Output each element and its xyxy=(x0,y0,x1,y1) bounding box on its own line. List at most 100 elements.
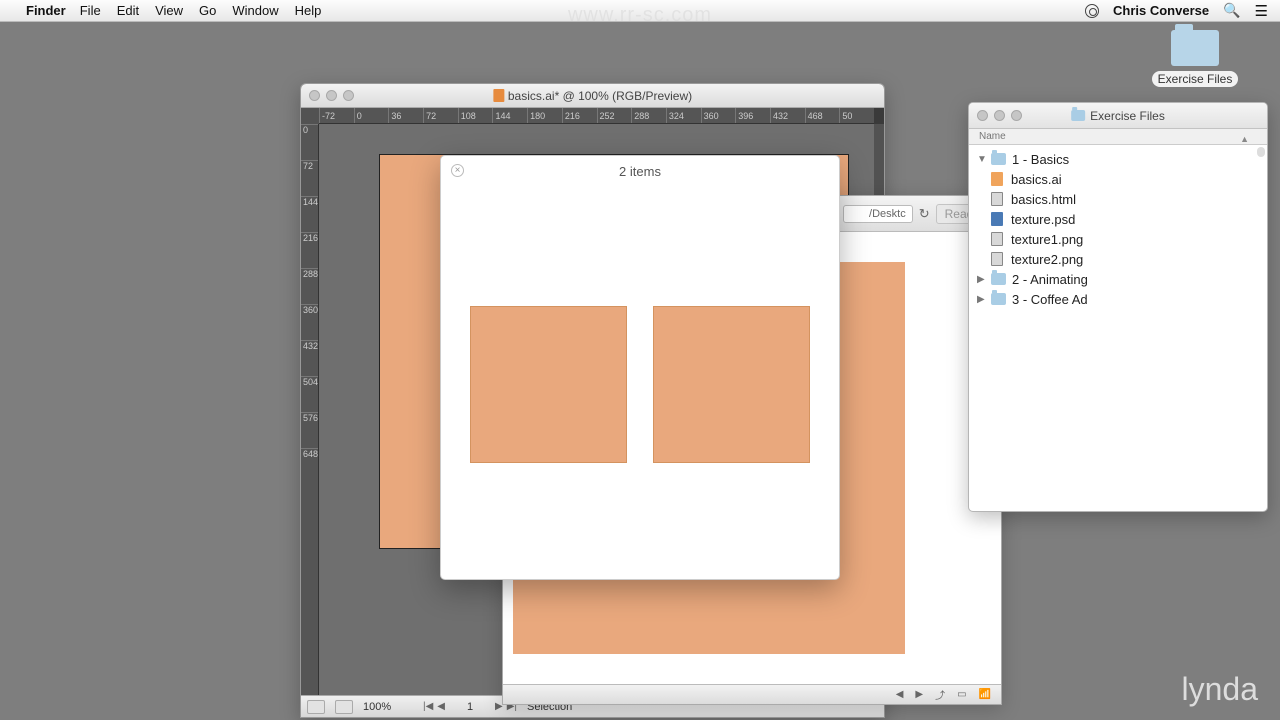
folder-icon xyxy=(1171,30,1219,66)
thumbnail-1[interactable] xyxy=(470,306,627,463)
menubar: Finder File Edit View Go Window Help Chr… xyxy=(0,0,1280,22)
ruler-tick: 360 xyxy=(701,108,736,123)
close-icon[interactable] xyxy=(309,90,320,101)
ruler-tick: 144 xyxy=(301,196,318,232)
window-controls xyxy=(977,110,1022,121)
menu-help[interactable]: Help xyxy=(295,3,322,18)
ruler-tick: 180 xyxy=(527,108,562,123)
finder-column-header[interactable]: Name ▲ xyxy=(969,129,1267,145)
scrollbar[interactable] xyxy=(1257,147,1265,157)
folder-row-animating[interactable]: ▶ 2 - Animating xyxy=(969,269,1267,289)
notifications-icon[interactable]: ☰ xyxy=(1255,2,1268,20)
ruler-tick: 468 xyxy=(805,108,840,123)
ruler-tick: 216 xyxy=(301,232,318,268)
finder-title-text: Exercise Files xyxy=(1090,109,1165,123)
ruler-tick: 144 xyxy=(492,108,527,123)
screen-mode-icon[interactable] xyxy=(335,700,353,714)
quicklook-body xyxy=(441,186,839,463)
png-file-icon xyxy=(991,232,1003,246)
minimize-icon[interactable] xyxy=(994,110,1005,121)
artboard-nav-icon[interactable] xyxy=(307,700,325,714)
menu-edit[interactable]: Edit xyxy=(117,3,139,18)
ruler-tick: 432 xyxy=(301,340,318,376)
prev-icon[interactable]: ◀ xyxy=(896,689,904,700)
ruler-tick: 504 xyxy=(301,376,318,412)
png-file-icon xyxy=(991,252,1003,266)
reload-icon[interactable]: ↻ xyxy=(919,206,930,222)
disclosure-triangle-icon[interactable]: ▶ xyxy=(977,294,987,305)
close-icon[interactable]: × xyxy=(451,164,464,177)
file-row-basics-html[interactable]: basics.html xyxy=(969,189,1267,209)
column-name: Name xyxy=(979,131,1006,142)
share-icon[interactable]: ⤴ xyxy=(935,687,945,702)
illustrator-titlebar[interactable]: basics.ai* @ 100% (RGB/Preview) xyxy=(301,84,884,108)
menu-go[interactable]: Go xyxy=(199,3,216,18)
minimize-icon[interactable] xyxy=(326,90,337,101)
html-file-icon xyxy=(991,192,1003,206)
creative-cloud-icon[interactable] xyxy=(1085,4,1099,18)
folder-row-basics[interactable]: ▼ 1 - Basics xyxy=(969,149,1267,169)
page-nav: |◀ ◀ xyxy=(423,701,445,712)
lynda-branding: lynda xyxy=(1182,671,1259,708)
thumbnail-2[interactable] xyxy=(653,306,810,463)
zoom-level[interactable]: 100% xyxy=(363,701,413,713)
folder-icon xyxy=(991,273,1006,285)
file-row-basics-ai[interactable]: basics.ai xyxy=(969,169,1267,189)
desktop-folder-exercise-files[interactable]: Exercise Files xyxy=(1150,30,1240,88)
folder-icon xyxy=(1071,110,1085,121)
quicklook-header: × 2 items xyxy=(441,156,839,186)
sort-arrow-icon[interactable]: ▲ xyxy=(1240,131,1249,147)
illustrator-title: basics.ai* @ 100% (RGB/Preview) xyxy=(508,89,692,103)
next-icon[interactable]: ▶ xyxy=(915,689,923,700)
folder-row-coffee-ad[interactable]: ▶ 3 - Coffee Ad xyxy=(969,289,1267,309)
file-row-texture1-png[interactable]: texture1.png xyxy=(969,229,1267,249)
desktop-folder-label: Exercise Files xyxy=(1152,71,1239,87)
ruler-tick: 108 xyxy=(458,108,493,123)
address-bar[interactable]: /Desktc xyxy=(843,205,913,223)
prev-page-icon[interactable]: ◀ xyxy=(437,701,445,712)
item-label: texture2.png xyxy=(1011,252,1083,267)
ruler-tick: 216 xyxy=(562,108,597,123)
ruler-tick: 72 xyxy=(423,108,458,123)
folder-icon xyxy=(991,293,1006,305)
username[interactable]: Chris Converse xyxy=(1113,3,1209,18)
item-label: 1 - Basics xyxy=(1012,152,1069,167)
finder-window: Exercise Files Name ▲ ▼ 1 - Basics basic… xyxy=(968,102,1268,512)
quicklook-panel: × 2 items xyxy=(440,155,840,580)
close-icon[interactable] xyxy=(977,110,988,121)
page-number[interactable]: 1 xyxy=(455,701,485,713)
item-label: 3 - Coffee Ad xyxy=(1012,292,1088,307)
bookmarks-icon[interactable]: ▭ xyxy=(957,689,966,700)
menu-file[interactable]: File xyxy=(80,3,101,18)
file-row-texture2-png[interactable]: texture2.png xyxy=(969,249,1267,269)
menu-window[interactable]: Window xyxy=(232,3,278,18)
disclosure-triangle-icon[interactable]: ▶ xyxy=(977,274,987,285)
quicklook-title: 2 items xyxy=(619,164,661,179)
brand-lynda: lynda xyxy=(1182,671,1259,707)
ruler-tick: 288 xyxy=(301,268,318,304)
finder-titlebar[interactable]: Exercise Files xyxy=(969,103,1267,129)
file-row-texture-psd[interactable]: texture.psd xyxy=(969,209,1267,229)
ruler-horizontal[interactable]: -72 0 36 72 108 144 180 216 252 288 324 … xyxy=(319,108,874,124)
spotlight-icon[interactable]: 🔍 xyxy=(1223,2,1240,19)
signal-icon[interactable]: 📶 xyxy=(979,689,991,700)
psd-file-icon xyxy=(991,212,1003,226)
zoom-icon[interactable] xyxy=(343,90,354,101)
ruler-tick: 396 xyxy=(735,108,770,123)
item-label: 2 - Animating xyxy=(1012,272,1088,287)
first-page-icon[interactable]: |◀ xyxy=(423,701,433,712)
zoom-icon[interactable] xyxy=(1011,110,1022,121)
menu-view[interactable]: View xyxy=(155,3,183,18)
disclosure-triangle-icon[interactable]: ▼ xyxy=(977,154,987,165)
ruler-tick: 432 xyxy=(770,108,805,123)
ruler-tick: 50 xyxy=(839,108,874,123)
window-controls xyxy=(309,90,354,101)
ruler-vertical[interactable]: 0 72 144 216 288 360 432 504 576 648 xyxy=(301,124,319,695)
item-label: texture1.png xyxy=(1011,232,1083,247)
ai-document-icon xyxy=(493,89,504,102)
ruler-tick: 36 xyxy=(388,108,423,123)
item-label: basics.html xyxy=(1011,192,1076,207)
ruler-tick: -72 xyxy=(319,108,354,123)
ruler-tick: 72 xyxy=(301,160,318,196)
app-name[interactable]: Finder xyxy=(26,3,66,18)
